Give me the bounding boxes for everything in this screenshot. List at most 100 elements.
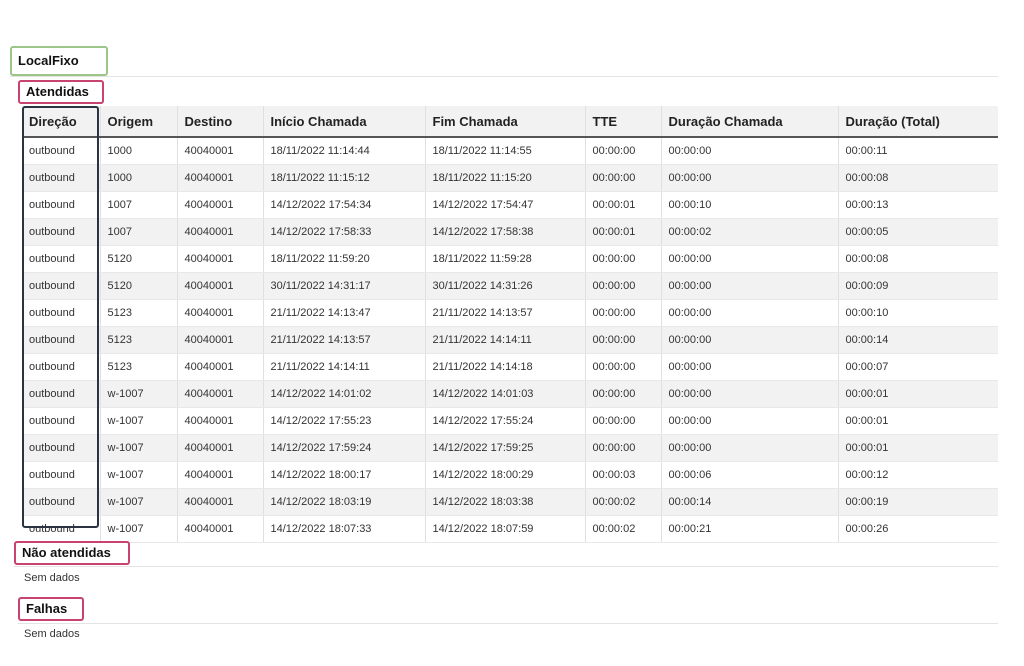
- column-header-duracao-chamada[interactable]: Duração Chamada: [660, 106, 838, 138]
- cell-fim-chamada: 30/11/2022 14:31:26: [424, 272, 585, 300]
- cell-duracao-chamada: 00:00:21: [660, 515, 838, 543]
- cell-fim-chamada: 21/11/2022 14:13:57: [424, 299, 585, 327]
- cell-origem: w-1007: [99, 407, 177, 435]
- table-row: outbound 1000 40040001 18/11/2022 11:14:44 1…: [22, 137, 998, 165]
- cell-duracao-total: 00:00:13: [837, 191, 998, 219]
- cell-duracao-chamada: 00:00:14: [660, 488, 838, 516]
- table-row: outbound 5120 40040001 30/11/2022 14:31:17 3…: [22, 272, 998, 300]
- cell-tte: 00:00:02: [584, 488, 661, 516]
- cell-fim-chamada: 21/11/2022 14:14:11: [424, 326, 585, 354]
- cell-origem: w-1007: [99, 380, 177, 408]
- cell-tte: 00:00:00: [584, 353, 661, 381]
- cell-direcao: outbound: [22, 245, 100, 273]
- cell-direcao: outbound: [22, 461, 100, 489]
- cell-duracao-total: 00:00:01: [837, 434, 998, 462]
- cell-duracao-chamada: 00:00:02: [660, 218, 838, 246]
- falhas-empty-text: Sem dados: [24, 628, 80, 640]
- cell-origem: 1007: [99, 191, 177, 219]
- cell-duracao-total: 00:00:10: [837, 299, 998, 327]
- cell-destino: 40040001: [176, 326, 263, 354]
- cell-duracao-total: 00:00:01: [837, 380, 998, 408]
- section-heading-atendidas: Atendidas: [18, 80, 104, 104]
- cell-inicio-chamada: 14/12/2022 18:03:19: [262, 488, 425, 516]
- cell-inicio-chamada: 14/12/2022 18:00:17: [262, 461, 425, 489]
- column-header-tte[interactable]: TTE: [584, 106, 661, 138]
- cell-destino: 40040001: [176, 488, 263, 516]
- cell-fim-chamada: 18/11/2022 11:14:55: [424, 137, 585, 165]
- cell-fim-chamada: 21/11/2022 14:14:18: [424, 353, 585, 381]
- cell-destino: 40040001: [176, 515, 263, 543]
- cell-duracao-chamada: 00:00:00: [660, 434, 838, 462]
- cell-fim-chamada: 18/11/2022 11:15:20: [424, 164, 585, 192]
- table-body: outbound 1000 40040001 18/11/2022 11:14:44 1…: [22, 137, 998, 543]
- column-header-duracao-total[interactable]: Duração (Total): [837, 106, 998, 138]
- cell-origem: 1000: [99, 137, 177, 165]
- cell-fim-chamada: 18/11/2022 11:59:28: [424, 245, 585, 273]
- cell-origem: w-1007: [99, 461, 177, 489]
- cell-fim-chamada: 14/12/2022 18:07:59: [424, 515, 585, 543]
- cell-origem: 5120: [99, 245, 177, 273]
- cell-tte: 00:00:00: [584, 380, 661, 408]
- cell-tte: 00:00:01: [584, 218, 661, 246]
- table-row: outbound 1007 40040001 14/12/2022 17:54:34 1…: [22, 191, 998, 219]
- table-row: outbound 1007 40040001 14/12/2022 17:58:33 1…: [22, 218, 998, 246]
- cell-duracao-total: 00:00:05: [837, 218, 998, 246]
- cell-destino: 40040001: [176, 137, 263, 165]
- cell-tte: 00:00:00: [584, 164, 661, 192]
- cell-direcao: outbound: [22, 299, 100, 327]
- cell-fim-chamada: 14/12/2022 17:58:38: [424, 218, 585, 246]
- cell-inicio-chamada: 14/12/2022 17:58:33: [262, 218, 425, 246]
- table-row: outbound w-1007 40040001 14/12/2022 14:01:0…: [22, 380, 998, 408]
- table-row: outbound 5123 40040001 21/11/2022 14:13:57 2…: [22, 326, 998, 354]
- cell-direcao: outbound: [22, 380, 100, 408]
- cell-inicio-chamada: 21/11/2022 14:13:57: [262, 326, 425, 354]
- cell-duracao-chamada: 00:00:10: [660, 191, 838, 219]
- cell-duracao-total: 00:00:08: [837, 245, 998, 273]
- column-header-fim-chamada[interactable]: Fim Chamada: [424, 106, 585, 138]
- report-page: LocalFixo Atendidas Direção Origem Desti…: [0, 0, 1024, 666]
- cell-origem: 5120: [99, 272, 177, 300]
- cell-direcao: outbound: [22, 164, 100, 192]
- atendidas-table: Direção Origem Destino Início Chamada Fi…: [22, 106, 998, 543]
- table-row: outbound w-1007 40040001 14/12/2022 18:07:3…: [22, 515, 998, 543]
- cell-direcao: outbound: [22, 137, 100, 165]
- cell-inicio-chamada: 14/12/2022 18:07:33: [262, 515, 425, 543]
- cell-duracao-chamada: 00:00:00: [660, 137, 838, 165]
- cell-duracao-total: 00:00:12: [837, 461, 998, 489]
- cell-fim-chamada: 14/12/2022 17:54:47: [424, 191, 585, 219]
- cell-tte: 00:00:00: [584, 272, 661, 300]
- cell-origem: 5123: [99, 326, 177, 354]
- cell-tte: 00:00:00: [584, 407, 661, 435]
- divider: [14, 566, 998, 567]
- cell-duracao-total: 00:00:07: [837, 353, 998, 381]
- cell-duracao-chamada: 00:00:00: [660, 353, 838, 381]
- cell-destino: 40040001: [176, 191, 263, 219]
- divider: [10, 76, 998, 77]
- cell-inicio-chamada: 14/12/2022 17:59:24: [262, 434, 425, 462]
- cell-destino: 40040001: [176, 245, 263, 273]
- section-heading-nao-atendidas: Não atendidas: [14, 541, 130, 565]
- cell-destino: 40040001: [176, 272, 263, 300]
- cell-tte: 00:00:00: [584, 245, 661, 273]
- cell-inicio-chamada: 21/11/2022 14:14:11: [262, 353, 425, 381]
- cell-destino: 40040001: [176, 164, 263, 192]
- divider: [18, 623, 998, 624]
- cell-direcao: outbound: [22, 272, 100, 300]
- cell-tte: 00:00:02: [584, 515, 661, 543]
- cell-destino: 40040001: [176, 380, 263, 408]
- column-header-origem[interactable]: Origem: [99, 106, 177, 138]
- cell-fim-chamada: 14/12/2022 18:00:29: [424, 461, 585, 489]
- column-header-direcao[interactable]: Direção: [22, 106, 100, 138]
- cell-duracao-chamada: 00:00:00: [660, 245, 838, 273]
- cell-duracao-total: 00:00:26: [837, 515, 998, 543]
- cell-destino: 40040001: [176, 218, 263, 246]
- cell-destino: 40040001: [176, 299, 263, 327]
- table-row: outbound w-1007 40040001 14/12/2022 18:03:1…: [22, 488, 998, 516]
- cell-destino: 40040001: [176, 353, 263, 381]
- cell-direcao: outbound: [22, 191, 100, 219]
- cell-duracao-total: 00:00:14: [837, 326, 998, 354]
- column-header-destino[interactable]: Destino: [176, 106, 263, 138]
- column-header-inicio-chamada[interactable]: Início Chamada: [262, 106, 425, 138]
- cell-destino: 40040001: [176, 434, 263, 462]
- cell-duracao-chamada: 00:00:00: [660, 407, 838, 435]
